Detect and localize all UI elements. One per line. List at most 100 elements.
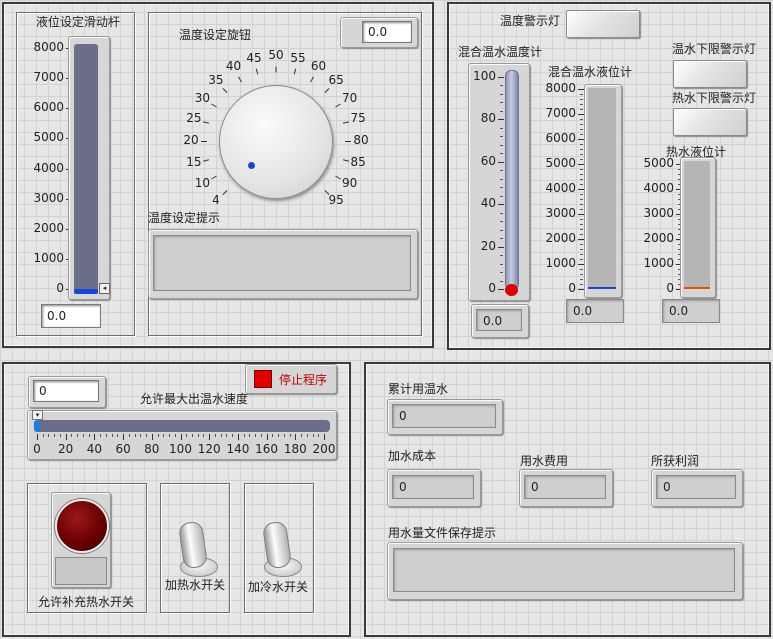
speed-minor-tick	[82, 434, 84, 437]
knob-tick-label: 80	[353, 133, 369, 147]
speed-minor-tick	[48, 434, 50, 437]
add-cold-label: 加冷水开关	[248, 580, 309, 594]
speed-slider-fill	[34, 420, 40, 432]
scale-minor-tick	[580, 154, 583, 155]
speed-slider-thumb-icon[interactable]: ▾	[32, 410, 43, 420]
mix-level-value: 0.0	[566, 299, 624, 323]
knob-tick-label: 70	[341, 90, 358, 105]
scale-minor-tick	[580, 234, 583, 235]
speed-minor-tick	[197, 434, 199, 437]
mix-level-title: 混合温水液位计	[548, 65, 633, 79]
scale-minor-tick	[500, 212, 503, 214]
scale-minor-tick	[500, 187, 503, 189]
scale-minor-tick	[580, 99, 583, 100]
scale-tick-label: 80	[480, 111, 496, 126]
speed-slider-track[interactable]	[34, 420, 330, 432]
level-slider-pointer-icon[interactable]: ◂	[99, 283, 110, 294]
scale-minor-tick	[500, 221, 503, 223]
scale-minor-tick	[580, 109, 583, 110]
scale-minor-tick	[500, 263, 503, 265]
scale-tick-label: 20	[480, 238, 496, 253]
thermometer-frame	[468, 63, 530, 301]
hot-level-value: 0.0	[662, 299, 720, 323]
scale-major-tick	[498, 246, 504, 248]
add-cost-value: 0	[392, 475, 474, 499]
scale-tick-label: 40	[480, 196, 496, 211]
speed-minor-tick	[100, 434, 102, 437]
temp-knob-value[interactable]: 0.0	[362, 21, 412, 43]
speed-major-tick	[180, 434, 182, 440]
knob-tick-label: 45	[246, 50, 262, 65]
speed-value[interactable]: 0	[33, 380, 99, 402]
profit-label: 所获利润	[651, 454, 700, 468]
speed-minor-tick	[140, 434, 142, 437]
scale-tick-label: 2000	[643, 231, 674, 245]
scale-tick-label: 0	[568, 281, 576, 295]
speed-minor-tick	[174, 434, 176, 437]
scale-minor-tick	[500, 255, 503, 257]
scale-minor-tick	[580, 219, 583, 220]
scale-tick-label: 5000	[545, 156, 576, 170]
hot-level-tank	[684, 161, 710, 289]
hot-refill-lamp	[55, 499, 109, 553]
scale-tick-label: 1000	[33, 250, 64, 265]
speed-minor-tick	[255, 434, 257, 437]
scale-minor-tick	[500, 153, 503, 155]
scale-minor-tick	[580, 204, 583, 205]
scale-minor-tick	[580, 124, 583, 125]
warm-low-lamp-label: 温水下限警示灯	[672, 42, 757, 56]
scale-tick-label: 6000	[545, 131, 576, 145]
speed-minor-tick	[88, 434, 90, 437]
speed-minor-tick	[226, 434, 228, 437]
level-slider-value[interactable]: 0.0	[41, 304, 101, 328]
thermometer-title: 混合温水温度计	[458, 45, 543, 59]
knob-tick-label: 50	[268, 48, 284, 62]
speed-minor-tick	[169, 434, 171, 437]
scale-tick-label: 4000	[33, 160, 64, 175]
thermometer-tube	[505, 70, 519, 290]
warn-lamp-label: 温度警示灯	[500, 14, 561, 28]
speed-minor-tick	[260, 434, 262, 437]
knob-tick-label: 90	[341, 175, 358, 190]
hot-refill-button-base	[55, 557, 107, 585]
level-slider-thumb[interactable]	[74, 289, 98, 294]
scale-tick-label: 5000	[33, 130, 64, 145]
knob-tick-label: 65	[328, 72, 344, 87]
scale-major-tick	[498, 77, 504, 78]
scale-minor-tick	[580, 259, 583, 260]
add-hot-label: 加热水开关	[165, 578, 226, 592]
speed-minor-tick	[54, 434, 56, 437]
speed-major-tick	[65, 434, 67, 440]
speed-minor-tick	[186, 434, 188, 437]
speed-major-tick	[151, 434, 153, 440]
scale-minor-tick	[580, 274, 583, 275]
scale-tick-label: 8000	[545, 81, 576, 95]
scale-minor-tick	[580, 284, 583, 285]
level-slider-track[interactable]	[74, 44, 98, 294]
level-slider-title: 液位设定滑动杆	[36, 15, 121, 29]
speed-major-tick	[266, 434, 268, 440]
scale-minor-tick	[580, 174, 583, 175]
scale-minor-tick	[580, 144, 583, 145]
hot-low-warn-lamp	[673, 108, 747, 136]
scale-minor-tick	[500, 238, 503, 240]
scale-tick-label: 4000	[545, 181, 576, 195]
scale-minor-tick	[580, 159, 583, 160]
speed-minor-tick	[220, 434, 222, 437]
file-hint-label: 用水量文件保存提示	[388, 526, 497, 540]
thermometer-bulb	[505, 284, 518, 296]
temp-knob[interactable]	[219, 85, 333, 199]
scale-minor-tick	[580, 94, 583, 95]
scale-minor-tick	[580, 194, 583, 195]
scale-minor-tick	[580, 134, 583, 135]
scale-minor-tick	[500, 85, 503, 87]
speed-minor-tick	[157, 434, 159, 437]
speed-minor-tick	[243, 434, 245, 437]
scale-minor-tick	[580, 129, 583, 130]
knob-tick-label: 85	[350, 154, 366, 169]
speed-minor-tick	[232, 434, 234, 437]
scale-minor-tick	[500, 110, 503, 112]
speed-minor-tick	[214, 434, 216, 437]
speed-minor-tick	[146, 434, 148, 437]
speed-major-tick	[295, 434, 297, 440]
